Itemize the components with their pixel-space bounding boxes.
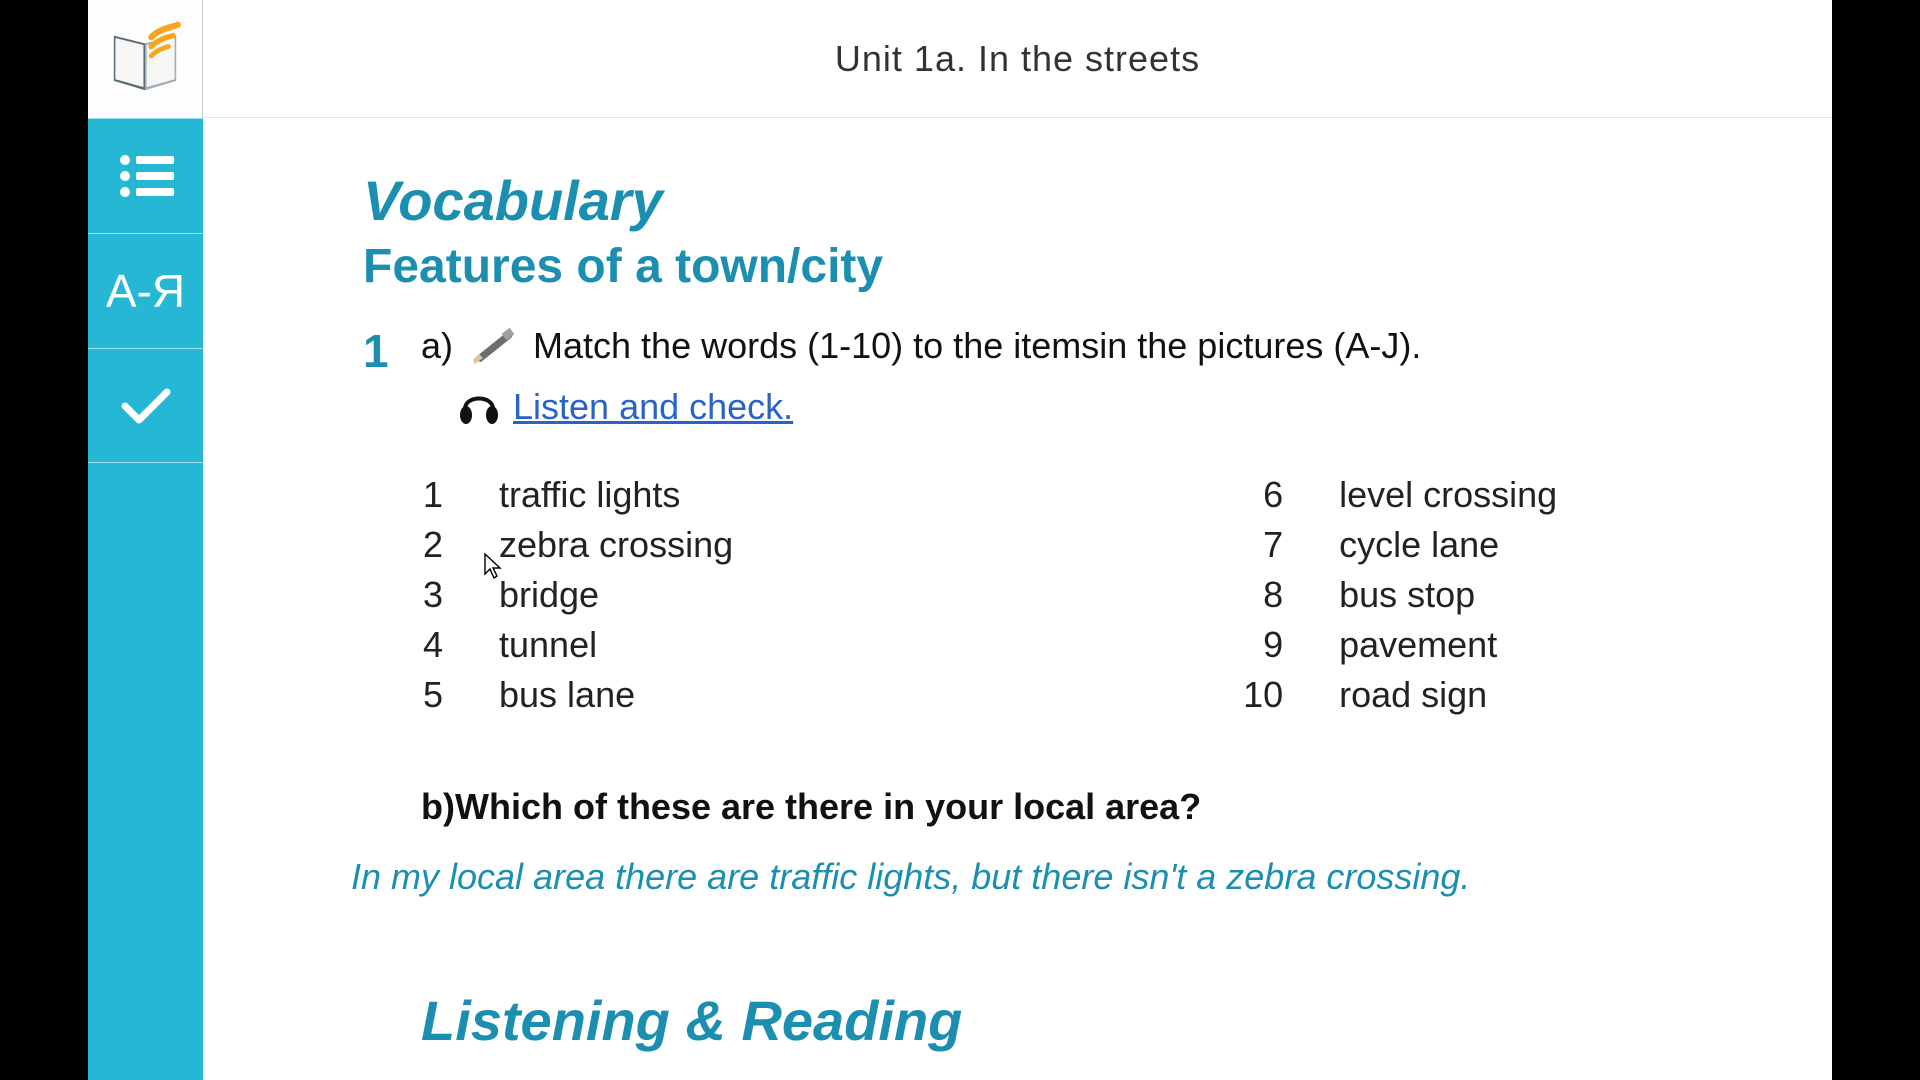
list-item: 10 road sign — [1233, 674, 1557, 716]
check-icon — [121, 386, 171, 426]
headphones-icon — [455, 381, 503, 434]
nav-contents[interactable] — [88, 118, 203, 233]
sidebar: А-Я — [88, 0, 203, 1080]
nav-check[interactable] — [88, 348, 203, 463]
word-num: 4 — [393, 624, 443, 666]
list-item: 7 cycle lane — [1233, 524, 1557, 566]
part-b-text: Which of these are there in your local a… — [455, 786, 1201, 827]
list-item: 5 bus lane — [393, 674, 733, 716]
example-sentence: In my local area there are traffic light… — [351, 856, 1752, 898]
task-b: b)Which of these are there in your local… — [421, 786, 1752, 828]
word-text: level crossing — [1339, 474, 1557, 516]
list-icon — [118, 153, 174, 199]
word-num: 8 — [1233, 574, 1283, 616]
word-text: traffic lights — [499, 474, 680, 516]
exercise-body: a) Match the words (1-10) to the itemsin… — [421, 322, 1752, 1080]
stage: А-Я Unit 1a. In the streets Vocabulary F… — [0, 0, 1920, 1080]
word-text: pavement — [1339, 624, 1497, 666]
section-listening-title: Listening & Reading — [421, 988, 1752, 1053]
word-text: cycle lane — [1339, 524, 1499, 566]
pencil-icon — [467, 326, 519, 366]
list-item: 4 tunnel — [393, 624, 733, 666]
word-text: bus lane — [499, 674, 635, 716]
word-num: 7 — [1233, 524, 1283, 566]
main: Unit 1a. In the streets Vocabulary Featu… — [203, 0, 1832, 1080]
page-title: Unit 1a. In the streets — [835, 38, 1200, 80]
listen-row: Listen and check. — [455, 381, 1752, 434]
section-vocabulary-title: Vocabulary — [363, 168, 1752, 233]
section-vocabulary-subtitle: Features of a town/city — [363, 239, 1752, 294]
book-icon — [106, 20, 184, 98]
header: Unit 1a. In the streets — [203, 0, 1832, 118]
list-item: 2 zebra crossing — [393, 524, 733, 566]
part-b-label: b) — [421, 786, 455, 827]
part-a-label: a) — [421, 322, 453, 371]
word-column-right: 6 level crossing 7 cycle lane 8 bus stop 9 p… — [1233, 474, 1557, 716]
word-num: 6 — [1233, 474, 1283, 516]
content-frame: А-Я Unit 1a. In the streets Vocabulary F… — [88, 0, 1832, 1080]
word-text: zebra crossing — [499, 524, 733, 566]
word-num: 1 — [393, 474, 443, 516]
list-item: 1 traffic lights — [393, 474, 733, 516]
word-column-left: 1traffic lights 2zebra crossing 3bridge … — [393, 474, 733, 716]
listen-link[interactable]: Listen and check. — [513, 386, 793, 428]
word-num: 2 — [393, 524, 443, 566]
word-num: 10 — [1233, 674, 1283, 716]
list-item: 3 bridge — [393, 574, 733, 616]
exercise-1: 1 a) Match the words (1-10 — [363, 322, 1752, 1080]
page-body: Vocabulary Features of a town/city 1 a) — [203, 118, 1832, 1080]
task-a: a) Match the words (1-10) to the itemsin… — [421, 322, 1752, 371]
word-num: 9 — [1233, 624, 1283, 666]
word-num: 5 — [393, 674, 443, 716]
list-item: 9 pavement — [1233, 624, 1557, 666]
word-columns: 1traffic lights 2zebra crossing 3bridge … — [393, 474, 1752, 716]
exercise-number: 1 — [363, 328, 395, 374]
word-num: 3 — [393, 574, 443, 616]
word-text: road sign — [1339, 674, 1487, 716]
part-a-text: Match the words (1-10) to the itemsin th… — [533, 322, 1421, 371]
list-item: 8 bus stop — [1233, 574, 1557, 616]
word-text: bridge — [499, 574, 599, 616]
list-item: 6 level crossing — [1233, 474, 1557, 516]
logo[interactable] — [88, 0, 203, 118]
glossary-icon: А-Я — [106, 264, 185, 318]
word-text: bus stop — [1339, 574, 1475, 616]
word-text: tunnel — [499, 624, 597, 666]
nav-glossary[interactable]: А-Я — [88, 233, 203, 348]
